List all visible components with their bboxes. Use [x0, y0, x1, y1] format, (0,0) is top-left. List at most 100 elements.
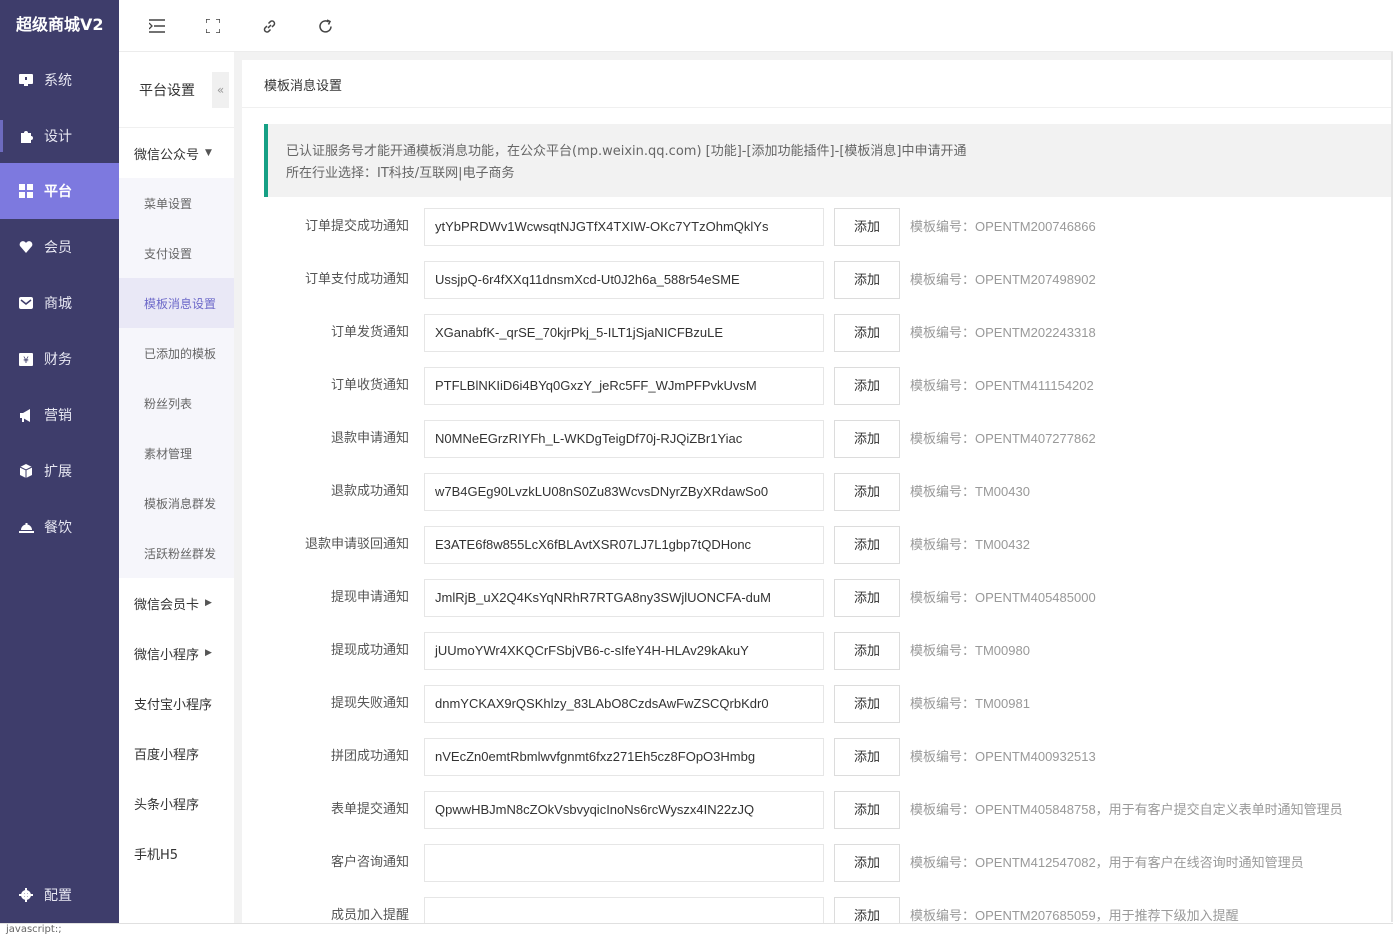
subitem-fans-list[interactable]: 粉丝列表	[119, 378, 234, 428]
template-id-input[interactable]: dnmYCKAX9rQSKhlzy_83LAbO8CzdsAwFwZSCQrbK…	[424, 685, 824, 723]
subgroup-alipay-miniprogram[interactable]: 支付宝小程序	[119, 678, 234, 728]
nav-item-finance[interactable]: ¥ 财务	[0, 331, 119, 387]
subgroup-label: 手机H5	[134, 847, 179, 863]
add-button[interactable]: 添加	[834, 685, 900, 723]
subgroup-wechat-official[interactable]: 微信公众号 ▼	[119, 128, 234, 178]
notice-box: 已认证服务号才能开通模板消息功能，在公众平台(mp.weixin.qq.com)…	[264, 124, 1393, 197]
main-content: 模板消息设置 已认证服务号才能开通模板消息功能，在公众平台(mp.weixin.…	[242, 60, 1393, 934]
template-code: 模板编号：TM00430	[910, 484, 1030, 499]
add-button[interactable]: 添加	[834, 208, 900, 246]
row-label: 订单支付成功通知	[304, 272, 409, 287]
row-label: 订单发货通知	[330, 325, 409, 340]
nav-item-extend[interactable]: 扩展	[0, 443, 119, 499]
template-row: 订单收货通知 PTFLBlNKIiD6i4BYq0GxzY_jeRc5FF_WJ…	[242, 367, 1393, 405]
template-code: 模板编号：TM00980	[910, 643, 1030, 658]
grid-icon	[18, 183, 34, 199]
template-code: 模板编号：OPENTM407277862	[910, 431, 1096, 446]
subgroup-mobile-h5[interactable]: 手机H5	[119, 828, 234, 878]
template-id-input[interactable]: E3ATE6f8w855LcX6fBLAvtXSR07LJ7L1gbp7tQDH…	[424, 526, 824, 564]
subgroup-toutiao-miniprogram[interactable]: 头条小程序	[119, 778, 234, 828]
puzzle-icon	[18, 128, 34, 144]
template-code: 模板编号：OPENTM207498902	[910, 272, 1096, 287]
subitem-menu-settings[interactable]: 菜单设置	[119, 178, 234, 228]
add-button[interactable]: 添加	[834, 632, 900, 670]
template-id-input[interactable]	[424, 844, 824, 882]
refresh-icon[interactable]	[313, 14, 337, 38]
subgroup-label: 微信小程序	[134, 647, 200, 663]
template-id-input[interactable]: UssjpQ-6r4fXXq11dnsmXcd-Ut0J2h6a_588r54e…	[424, 261, 824, 299]
template-id-input[interactable]: w7B4GEg90LvzkLU08nS0Zu83WcvsDNyrZByXRdaw…	[424, 473, 824, 511]
add-button[interactable]: 添加	[834, 314, 900, 352]
subitem-active-fans-broadcast[interactable]: 活跃粉丝群发	[119, 528, 234, 578]
template-code: 模板编号：OPENTM400932513	[910, 749, 1096, 764]
template-id-input[interactable]: JmlRjB_uX2Q4KsYqNRhR7RTGA8ny3SWjlUONCFA-…	[424, 579, 824, 617]
add-button[interactable]: 添加	[834, 473, 900, 511]
menu-toggle-icon[interactable]	[145, 14, 169, 38]
collapse-sidebar-button[interactable]: «	[212, 72, 229, 108]
add-button[interactable]: 添加	[834, 526, 900, 564]
subitem-template-message-settings[interactable]: 模板消息设置	[119, 278, 234, 328]
caret-down-icon: ▼	[205, 148, 212, 158]
nav-item-label: 财务	[44, 352, 72, 368]
megaphone-icon	[18, 407, 34, 423]
add-button[interactable]: 添加	[834, 844, 900, 882]
template-id-input[interactable]: N0MNeEGrzRIYFh_L-WKDgTeigDf70j-RJQiZBr1Y…	[424, 420, 824, 458]
add-button[interactable]: 添加	[834, 420, 900, 458]
template-row: 拼团成功通知 nVEcZn0emtRbmlwvfgnmt6fxz271Eh5cz…	[242, 738, 1393, 776]
nav-item-member[interactable]: 会员	[0, 219, 119, 275]
app-root: 超级商城V2 系统 设计 平台 会员 商城 ¥ 财务 营销 扩展 餐饮 配置 平…	[0, 0, 1393, 934]
add-button[interactable]: 添加	[834, 738, 900, 776]
template-id-input[interactable]: jUUmoYWr4XKQCrFSbjVB6-c-sIfeY4H-HLAv29kA…	[424, 632, 824, 670]
template-id-input[interactable]: PTFLBlNKIiD6i4BYq0GxzY_jeRc5FF_WJmPFPvkU…	[424, 367, 824, 405]
link-icon[interactable]	[257, 14, 281, 38]
row-label: 提现成功通知	[330, 643, 409, 658]
fullscreen-icon[interactable]	[201, 14, 225, 38]
row-label: 表单提交通知	[330, 802, 409, 817]
nav-item-design[interactable]: 设计	[0, 108, 119, 164]
subitem-added-templates[interactable]: 已添加的模板	[119, 328, 234, 378]
add-button[interactable]: 添加	[834, 367, 900, 405]
template-code: 模板编号：OPENTM202243318	[910, 325, 1096, 340]
template-id-input[interactable]: ytYbPRDWv1WcwsqtNJGTfX4TXIW-OKc7YTzOhmQk…	[424, 208, 824, 246]
template-id-input[interactable]: QpwwHBJmN8cZOkVsbvyqicInoNs6rcWyszx4IN22…	[424, 791, 824, 829]
nav-item-label: 配置	[44, 888, 72, 904]
add-button[interactable]: 添加	[834, 791, 900, 829]
template-code: 模板编号：OPENTM200746866	[910, 219, 1096, 234]
brand-logo[interactable]: 超级商城V2	[0, 0, 119, 52]
nav-item-system[interactable]: 系统	[0, 52, 119, 108]
add-button[interactable]: 添加	[834, 579, 900, 617]
subgroup-label: 百度小程序	[134, 747, 200, 763]
template-id-input[interactable]: nVEcZn0emtRbmlwvfgnmt6fxz271Eh5cz8FOpO3H…	[424, 738, 824, 776]
template-code: 模板编号：OPENTM411154202	[910, 378, 1094, 393]
subgroup-label: 微信公众号	[134, 147, 200, 163]
subgroup-wechat-miniprogram[interactable]: 微信小程序 ▶	[119, 628, 234, 678]
nav-item-config[interactable]: 配置	[0, 867, 119, 923]
template-id-input[interactable]: XGanabfK-_qrSE_70kjrPkj_5-ILT1jSjaNICFBz…	[424, 314, 824, 352]
template-row: 退款成功通知 w7B4GEg90LvzkLU08nS0Zu83WcvsDNyrZ…	[242, 473, 1393, 511]
row-label: 客户咨询通知	[330, 855, 409, 870]
browser-status-bar: javascript:;	[0, 923, 1393, 934]
caret-right-icon: ▶	[205, 598, 212, 608]
nav-item-catering[interactable]: 餐饮	[0, 499, 119, 555]
subgroup-baidu-miniprogram[interactable]: 百度小程序	[119, 728, 234, 778]
subitem-template-broadcast[interactable]: 模板消息群发	[119, 478, 234, 528]
heart-icon	[18, 239, 34, 255]
svg-text:¥: ¥	[23, 356, 29, 366]
template-row: 退款申请通知 N0MNeEGrzRIYFh_L-WKDgTeigDf70j-RJ…	[242, 420, 1393, 458]
nav-item-label: 系统	[44, 73, 72, 89]
subgroup-wechat-card[interactable]: 微信会员卡 ▶	[119, 578, 234, 628]
template-row: 退款申请驳回通知 E3ATE6f8w855LcX6fBLAvtXSR07LJ7L…	[242, 526, 1393, 564]
nav-item-label: 商城	[44, 296, 72, 312]
template-row: 提现失败通知 dnmYCKAX9rQSKhlzy_83LAbO8CzdsAwFw…	[242, 685, 1393, 723]
page-title: 模板消息设置	[242, 60, 1393, 108]
template-row: 提现成功通知 jUUmoYWr4XKQCrFSbjVB6-c-sIfeY4H-H…	[242, 632, 1393, 670]
nav-item-mall[interactable]: 商城	[0, 275, 119, 331]
subitem-material-management[interactable]: 素材管理	[119, 428, 234, 478]
subitem-payment-settings[interactable]: 支付设置	[119, 228, 234, 278]
main-sidebar: 超级商城V2 系统 设计 平台 会员 商城 ¥ 财务 营销 扩展 餐饮 配置	[0, 0, 119, 934]
nav-item-platform[interactable]: 平台	[0, 163, 119, 219]
yen-icon: ¥	[18, 351, 34, 367]
add-button[interactable]: 添加	[834, 261, 900, 299]
notice-line-1: 已认证服务号才能开通模板消息功能，在公众平台(mp.weixin.qq.com)…	[286, 144, 967, 159]
nav-item-marketing[interactable]: 营销	[0, 387, 119, 443]
